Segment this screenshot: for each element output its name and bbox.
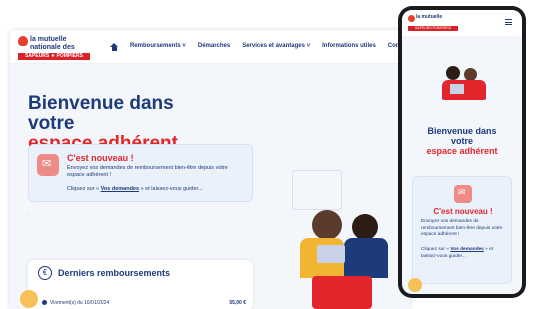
divider: . [28,208,31,217]
main-nav: Remboursements ˅ Démarches Services et a… [110,43,405,51]
title-line1: Bienvenue dans [28,93,174,114]
mobile-news-title: C'est nouveau ! [433,207,493,216]
person-illustration [352,214,378,240]
nav-remboursements[interactable]: Remboursements ˅ [130,43,186,51]
euro-icon: € [38,266,52,280]
mobile-news-card: C'est nouveau ! Envoyez vos demandes de … [412,176,512,284]
logo-line2: nationale des [30,44,75,51]
news-link-suffix: » et laissez-vous guider... [139,186,203,192]
mobile-illustration [436,54,496,114]
home-icon[interactable] [110,43,118,51]
status-dot [42,300,47,305]
mobile-title-line3: espace adhérent [426,146,498,156]
logo-line1: la mutuelle [30,36,67,43]
laptop-illustration [317,245,345,263]
mobile-vos-demandes-link[interactable]: Vos demandes [450,247,484,252]
nav-services[interactable]: Services et avantages ˅ [242,43,310,51]
mobile-device: la mutuelle SAPEURS POMPIERS Bienvenue d… [398,6,526,298]
nav-demarches[interactable]: Démarches [198,43,230,51]
mobile-news-text: Envoyez vos demandes de remboursement bi… [421,219,503,237]
mobile-logo-banner: SAPEURS POMPIERS [408,26,458,31]
mobile-title-line1: Bienvenue dans [427,126,497,136]
shelf-illustration [292,170,342,210]
vos-demandes-link[interactable]: Vos demandes [101,186,139,192]
mobile-header: la mutuelle SAPEURS POMPIERS [402,10,522,36]
message-icon [454,185,472,203]
mobile-screen: la mutuelle SAPEURS POMPIERS Bienvenue d… [402,10,522,294]
brand-logo[interactable]: la mutuelle nationale des SAPEURS ★ POMP… [18,36,90,60]
header-bar: la mutuelle nationale des SAPEURS ★ POMP… [10,30,410,64]
hero-illustration [272,170,410,309]
news-instructions: Cliquez sur « Vos demandes » et laissez-… [67,186,247,192]
chat-bubble-icon[interactable] [20,290,38,308]
menu-icon[interactable] [505,19,512,25]
flame-icon [408,15,415,22]
title-line2: votre [28,113,75,134]
chat-bubble-icon[interactable] [408,278,422,292]
mobile-news-link-prefix: Cliquez sur « [421,247,451,252]
flame-icon [18,36,28,46]
person-illustration [446,66,460,80]
news-card: C'est nouveau ! Envoyez vos demandes de … [28,144,253,202]
desktop-view: la mutuelle nationale des SAPEURS ★ POMP… [10,30,410,309]
laptop-illustration [450,84,464,94]
mobile-news-instructions: Cliquez sur « Vos demandes » et laissez-… [421,247,507,260]
table-row[interactable]: Virement(s) du 16/01/2024 55,00 € [42,300,246,306]
mobile-title-line2: votre [450,136,473,146]
reimbursements-card: € Derniers remboursements Virement(s) du… [28,260,253,309]
legs-illustration [312,276,372,309]
person-illustration [312,210,342,240]
reimbursement-label: Virement(s) du 16/01/2024 [50,300,110,306]
message-icon [37,154,59,176]
news-link-prefix: Cliquez sur « [67,186,101,192]
mobile-logo-line1: la mutuelle [416,14,443,20]
reimbursements-title: Derniers remboursements [58,268,171,278]
logo-banner: SAPEURS ★ POMPIERS [18,53,90,60]
news-text: Envoyez vos demandes de remboursement bi… [67,165,228,178]
mobile-brand-logo[interactable]: la mutuelle SAPEURS POMPIERS [408,15,458,33]
person-body-illustration [344,238,388,278]
sofa-illustration [442,80,486,100]
reimbursement-amount: 55,00 € [229,300,246,306]
mobile-page-title: Bienvenue dans votre espace adhérent [402,126,522,156]
nav-informations[interactable]: Informations utiles [322,43,376,51]
news-title: C'est nouveau ! [67,153,134,163]
